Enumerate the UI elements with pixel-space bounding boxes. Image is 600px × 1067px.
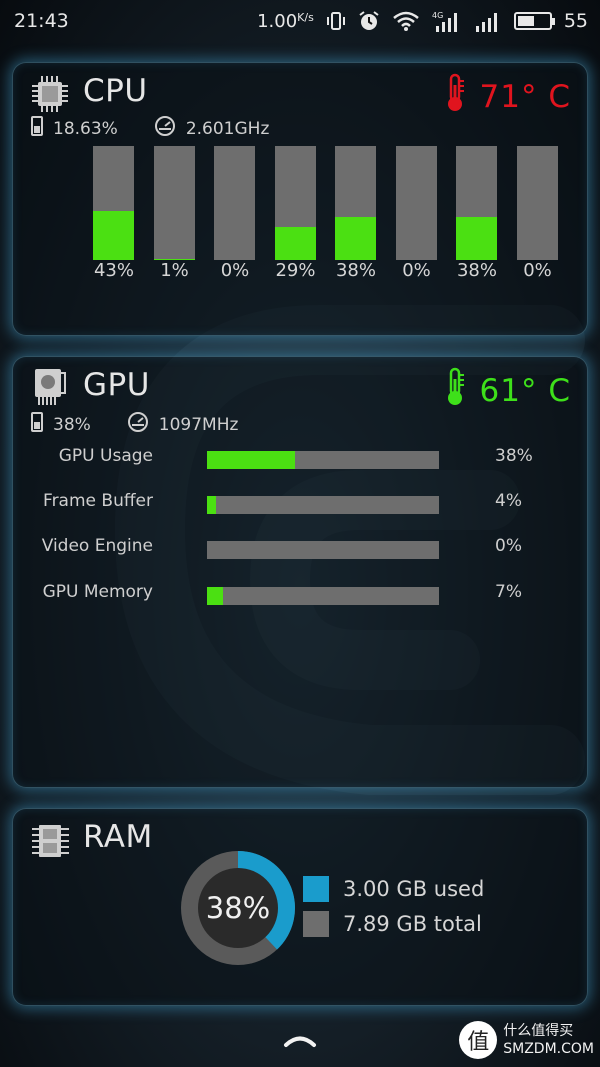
chevron-up-icon[interactable] [283, 1032, 317, 1052]
cpu-panel[interactable]: CPU 71° C 18.63% 2.601GHz 43% 1% 0% 29% 38% 0… [12, 62, 588, 336]
cpu-core-bar [516, 146, 558, 260]
cpu-core-label: 0% [402, 260, 431, 281]
legend-total: 7.89 GB total [303, 911, 482, 937]
watermark-line2: SMZDM.COM [503, 1041, 594, 1057]
gpu-meter-value: 4% [495, 491, 522, 511]
watermark-text: 什么值得买 SMZDM.COM [503, 1022, 594, 1058]
cpu-core-bars: 43% 1% 0% 29% 38% 0% 38% 0% [93, 146, 563, 286]
gpu-temperature-value: 61° C [479, 373, 571, 409]
ram-title: RAM [83, 819, 153, 855]
phone-usage-icon [31, 412, 43, 437]
cpu-core-label: 43% [93, 260, 134, 281]
gpu-meter-row: GPU Usage 38% [13, 443, 589, 473]
cpu-core-bar [456, 146, 497, 260]
cpu-core-bar [335, 146, 376, 260]
thermometer-icon [444, 367, 466, 415]
speedometer-icon [154, 115, 176, 142]
gpu-usage: 38% [53, 414, 91, 435]
gpu-panel[interactable]: GPU 61° C 38% 1097MHz GPU Usage 38% Frame … [12, 356, 588, 788]
cpu-temperature: 71° C [444, 73, 571, 121]
cpu-stats: 18.63% 2.601GHz [31, 115, 305, 142]
cpu-core-fill [335, 216, 376, 260]
gpu-stats: 38% 1097MHz [31, 411, 274, 438]
watermark: 值 什么值得买 SMZDM.COM [459, 1021, 594, 1059]
gpu-temperature: 61° C [444, 367, 571, 415]
cpu-frequency: 2.601GHz [185, 118, 270, 139]
gpu-meter-value: 0% [495, 536, 522, 556]
gpu-meter-label: GPU Usage [58, 446, 153, 466]
status-bar: 21:43 1.00K/s 4G 55 [0, 0, 600, 42]
gpu-meter-row: GPU Memory 7% [13, 579, 589, 609]
gpu-card-icon [33, 367, 67, 411]
network-speed: 1.00K/s [257, 11, 314, 32]
gpu-meter-bar [207, 587, 439, 605]
gpu-frequency: 1097MHz [158, 414, 239, 435]
gpu-meter-fill [207, 587, 224, 605]
wifi-icon [392, 11, 420, 31]
gpu-title: GPU [83, 367, 150, 403]
svg-text:4G: 4G [432, 11, 443, 20]
cpu-core-fill [274, 226, 316, 260]
network-speed-value: 1.00 [257, 10, 298, 32]
cpu-core-bar [153, 146, 195, 260]
ram-total: 7.89 GB total [343, 912, 482, 936]
legend-used-swatch [303, 876, 329, 902]
cpu-usage: 18.63% [53, 118, 118, 139]
ram-used: 3.00 GB used [343, 877, 485, 901]
cpu-core-label: 29% [275, 260, 316, 281]
signal-icon [474, 10, 502, 32]
battery-percent: 55 [563, 10, 588, 32]
cpu-core-label: 0% [220, 260, 250, 281]
gpu-meter-bar [207, 451, 439, 469]
phone-usage-icon [31, 116, 43, 141]
gpu-meter-row: Frame Buffer 4% [13, 488, 589, 518]
gpu-meter-label: GPU Memory [42, 582, 153, 602]
battery-icon [513, 12, 555, 30]
cpu-core-bar [274, 146, 316, 260]
legend-used: 3.00 GB used [303, 876, 484, 902]
cpu-core-label: 38% [335, 260, 376, 281]
cpu-core-label: 0% [523, 260, 552, 281]
thermometer-icon [444, 73, 466, 121]
gpu-meter-value: 38% [495, 446, 533, 466]
cpu-title: CPU [83, 73, 148, 109]
gpu-meter-bar [207, 496, 439, 514]
gpu-meter-fill [207, 496, 217, 514]
alarm-icon [358, 10, 380, 32]
watermark-line1: 什么值得买 [503, 1023, 574, 1039]
speedometer-icon [127, 411, 149, 438]
signal-4g-icon: 4G [432, 10, 462, 32]
cpu-core-bar [93, 146, 134, 260]
network-speed-unit: K/s [297, 10, 314, 24]
gpu-meter-label: Video Engine [41, 536, 153, 556]
cpu-core-fill [93, 210, 134, 260]
cpu-core-label: 1% [160, 260, 189, 281]
status-time: 21:43 [14, 10, 69, 32]
ram-percent: 38% [205, 891, 271, 925]
ram-panel[interactable]: RAM 38% 3.00 GB used 7.89 GB total [12, 808, 588, 1006]
cpu-core-label: 38% [456, 260, 497, 281]
cpu-temperature-value: 71° C [479, 79, 571, 115]
gpu-meter-fill [207, 451, 296, 469]
legend-total-swatch [303, 911, 329, 937]
cpu-core-fill [456, 216, 497, 260]
gpu-meter-label: Frame Buffer [43, 491, 153, 511]
watermark-badge: 值 [459, 1021, 498, 1059]
chip-icon [31, 75, 69, 117]
cpu-core-bar [214, 146, 255, 260]
gpu-meter-row: Video Engine 0% [13, 533, 589, 563]
battery-level [517, 16, 535, 26]
ram-usage-donut: 38% [180, 850, 296, 966]
vibrate-icon [326, 11, 346, 31]
gpu-meter-value: 7% [495, 582, 522, 602]
gpu-meter-bar [207, 541, 439, 559]
ram-module-icon [31, 823, 71, 863]
cpu-core-bar [395, 146, 437, 260]
